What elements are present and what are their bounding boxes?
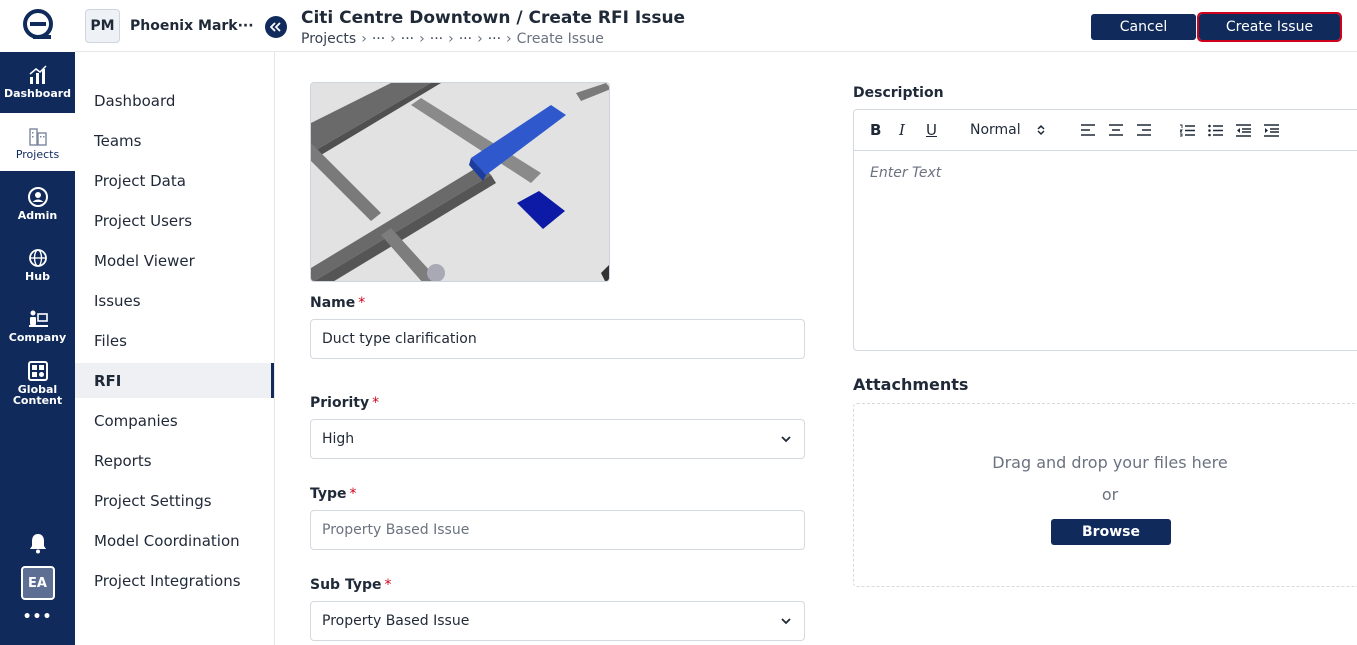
indent-icon[interactable] bbox=[1264, 122, 1279, 138]
sidebar-item-project-integrations[interactable]: Project Integrations bbox=[75, 563, 274, 598]
chevron-right-icon: › bbox=[448, 31, 454, 47]
chevron-right-icon: › bbox=[506, 31, 512, 47]
rail-item-label: Admin bbox=[17, 208, 58, 222]
sidebar: Dashboard Teams Project Data Project Use… bbox=[75, 52, 275, 645]
rail-item-label: Global Content bbox=[12, 383, 63, 407]
breadcrumb-item[interactable]: ··· bbox=[459, 31, 472, 47]
rail-item-projects[interactable]: Projects bbox=[0, 113, 75, 171]
bell-icon bbox=[29, 534, 46, 554]
chevron-down-icon bbox=[781, 618, 791, 625]
app-rail: Dashboard Projects Admin Hub Company Glo… bbox=[0, 0, 75, 645]
breadcrumb: Projects › ··· › ··· › ··· › ··· › ··· ›… bbox=[301, 31, 604, 47]
rail-item-label: Hub bbox=[25, 269, 50, 283]
project-name: Phoenix Mark··· bbox=[130, 17, 254, 34]
file-dropzone[interactable]: Drag and drop your files here or Browse bbox=[853, 403, 1357, 587]
browse-button[interactable]: Browse bbox=[1051, 519, 1171, 545]
description-label: Description bbox=[853, 85, 944, 101]
breadcrumb-current: Create Issue bbox=[516, 31, 604, 47]
sub-type-select[interactable]: Property Based Issue bbox=[310, 601, 805, 641]
bar-chart-icon bbox=[27, 64, 49, 86]
breadcrumb-item[interactable]: Projects bbox=[301, 31, 356, 47]
sidebar-item-files[interactable]: Files bbox=[75, 323, 274, 358]
dropzone-text: Drag and drop your files here bbox=[992, 453, 1228, 472]
italic-icon[interactable]: I bbox=[899, 121, 905, 139]
cancel-button[interactable]: Cancel bbox=[1091, 14, 1196, 40]
breadcrumb-item[interactable]: ··· bbox=[372, 31, 385, 47]
outdent-icon[interactable] bbox=[1236, 122, 1251, 138]
breadcrumb-item[interactable]: ··· bbox=[430, 31, 443, 47]
type-label: Type * bbox=[310, 486, 357, 502]
underline-icon[interactable]: U bbox=[926, 121, 937, 139]
align-left-icon[interactable] bbox=[1081, 122, 1095, 138]
hub-globe-icon bbox=[27, 247, 49, 269]
sidebar-item-project-settings[interactable]: Project Settings bbox=[75, 483, 274, 518]
global-content-icon bbox=[27, 360, 49, 382]
align-right-icon[interactable] bbox=[1137, 122, 1151, 138]
rail-item-hub[interactable]: Hub bbox=[0, 235, 75, 293]
app-logo[interactable] bbox=[0, 0, 75, 52]
create-issue-button[interactable]: Create Issue bbox=[1197, 12, 1342, 42]
sidebar-item-companies[interactable]: Companies bbox=[75, 403, 274, 438]
breadcrumb-item[interactable]: ··· bbox=[401, 31, 414, 47]
sub-type-label: Sub Type * bbox=[310, 577, 392, 593]
model-snapshot-image bbox=[310, 82, 610, 282]
editor-toolbar: B I U Normal bbox=[854, 110, 1357, 151]
logo-icon bbox=[22, 9, 53, 39]
bullet-list-icon[interactable] bbox=[1208, 122, 1223, 138]
description-editor: B I U Normal Enter Text bbox=[853, 109, 1357, 351]
chevron-right-icon: › bbox=[390, 31, 396, 47]
chevron-right-icon: › bbox=[361, 31, 367, 47]
notifications-button[interactable] bbox=[0, 532, 75, 554]
chevron-down-icon bbox=[781, 436, 791, 443]
sidebar-item-rfi[interactable]: RFI bbox=[75, 363, 274, 398]
sidebar-item-reports[interactable]: Reports bbox=[75, 443, 274, 478]
sidebar-item-project-users[interactable]: Project Users bbox=[75, 203, 274, 238]
name-label: Name * bbox=[310, 295, 366, 311]
project-switcher[interactable]: PM Phoenix Mark··· bbox=[75, 0, 275, 52]
buildings-icon bbox=[27, 125, 49, 147]
description-input[interactable]: Enter Text bbox=[870, 165, 941, 181]
chevron-right-icon: › bbox=[477, 31, 483, 47]
sidebar-item-issues[interactable]: Issues bbox=[75, 283, 274, 318]
project-badge: PM bbox=[85, 8, 120, 43]
priority-select[interactable]: High bbox=[310, 419, 805, 459]
type-field[interactable]: Property Based Issue bbox=[310, 510, 805, 550]
heading-select-value: Normal bbox=[970, 122, 1021, 138]
page-title: Citi Centre Downtown / Create RFI Issue bbox=[301, 8, 686, 28]
rail-item-label: Dashboard bbox=[3, 86, 72, 100]
double-chevron-left-icon bbox=[270, 22, 281, 32]
align-center-icon[interactable] bbox=[1109, 122, 1123, 138]
heading-select[interactable]: Normal bbox=[970, 122, 1045, 138]
admin-gear-icon bbox=[27, 186, 49, 208]
sub-type-value: Property Based Issue bbox=[322, 613, 470, 629]
more-menu-button[interactable]: ••• bbox=[0, 609, 75, 625]
page-header: Citi Centre Downtown / Create RFI Issue … bbox=[275, 0, 1357, 52]
sidebar-item-dashboard[interactable]: Dashboard bbox=[75, 83, 274, 118]
rail-item-admin[interactable]: Admin bbox=[0, 174, 75, 232]
ordered-list-icon[interactable] bbox=[1180, 122, 1195, 138]
sidebar-item-model-viewer[interactable]: Model Viewer bbox=[75, 243, 274, 278]
rail-item-global-content[interactable]: Global Content bbox=[0, 357, 75, 409]
company-icon bbox=[27, 308, 49, 330]
attachments-label: Attachments bbox=[853, 375, 969, 394]
name-field[interactable]: Duct type clarification bbox=[310, 319, 805, 359]
rail-item-label: Company bbox=[8, 330, 67, 344]
rail-item-label: Projects bbox=[15, 147, 60, 161]
priority-label: Priority * bbox=[310, 395, 380, 411]
chevron-right-icon: › bbox=[419, 31, 425, 47]
sidebar-item-teams[interactable]: Teams bbox=[75, 123, 274, 158]
select-arrows-icon bbox=[1037, 124, 1045, 136]
rail-item-dashboard[interactable]: Dashboard bbox=[0, 52, 75, 110]
bold-icon[interactable]: B bbox=[870, 121, 881, 139]
collapse-sidebar-button[interactable] bbox=[265, 16, 287, 38]
dropzone-or-text: or bbox=[1101, 485, 1119, 504]
priority-value: High bbox=[322, 431, 355, 447]
sidebar-item-model-coordination[interactable]: Model Coordination bbox=[75, 523, 274, 558]
avatar[interactable]: EA bbox=[20, 566, 55, 600]
breadcrumb-item[interactable]: ··· bbox=[488, 31, 501, 47]
rail-item-company[interactable]: Company bbox=[0, 296, 75, 354]
sidebar-item-project-data[interactable]: Project Data bbox=[75, 163, 274, 198]
